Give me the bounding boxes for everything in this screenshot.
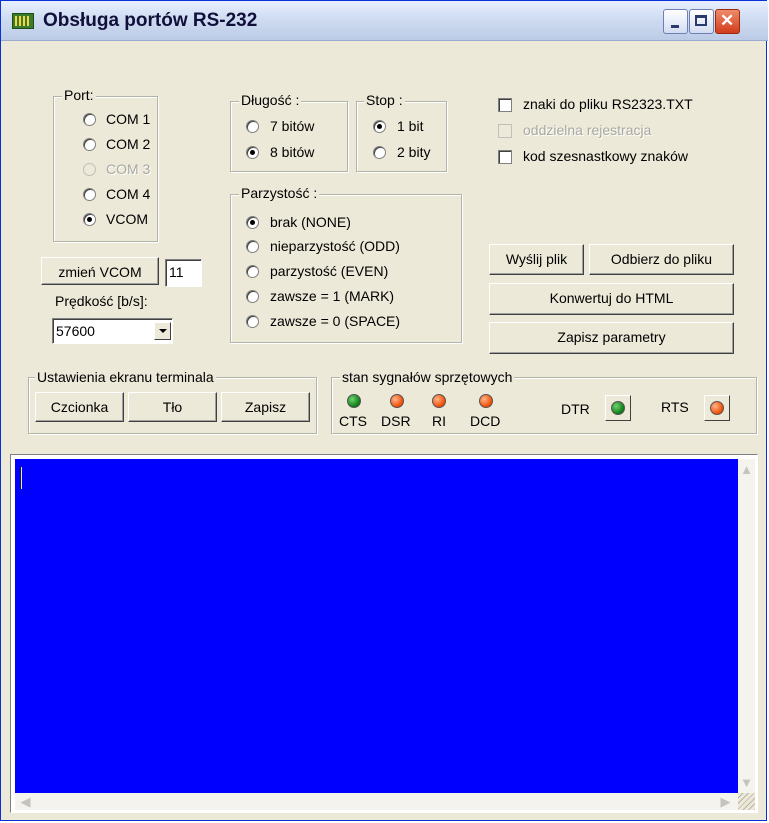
ri-label: RI [432, 413, 446, 429]
radio-2-bits[interactable] [373, 146, 386, 159]
scroll-right-icon[interactable]: ▶ [717, 793, 734, 810]
length-legend: Długość : [239, 92, 302, 108]
radio-com3 [83, 163, 96, 176]
close-button[interactable] [715, 9, 740, 34]
speed-value: 57600 [56, 323, 95, 339]
rts-led-icon [710, 401, 724, 415]
font-button[interactable]: Czcionka [35, 392, 124, 422]
minimize-button[interactable] [663, 9, 688, 34]
ri-led-icon [432, 394, 446, 408]
label-parity-odd[interactable]: nieparzystość (ODD) [270, 238, 400, 254]
dsr-label: DSR [381, 413, 411, 429]
resize-grip-icon[interactable] [738, 793, 755, 810]
horizontal-scrollbar[interactable]: ◀ ▶ [15, 793, 738, 810]
scroll-down-icon[interactable]: ▼ [738, 774, 755, 791]
label-8-bits[interactable]: 8 bitów [270, 144, 314, 160]
label-parity-mark[interactable]: zawsze = 1 (MARK) [270, 288, 394, 304]
label-parity-none[interactable]: brak (NONE) [270, 214, 351, 230]
vcom-number-input[interactable]: 11 [165, 259, 202, 287]
label-com1[interactable]: COM 1 [106, 111, 150, 127]
checkbox-save-to-file[interactable] [498, 98, 512, 112]
label-7-bits[interactable]: 7 bitów [270, 118, 314, 134]
stop-legend: Stop : [364, 92, 405, 108]
stop-group [356, 101, 447, 172]
convert-html-button[interactable]: Konwertuj do HTML [489, 283, 734, 315]
save-params-button[interactable]: Zapisz parametry [489, 322, 734, 354]
scroll-up-icon[interactable]: ▲ [738, 461, 755, 478]
length-group [230, 101, 348, 172]
label-parity-space[interactable]: zawsze = 0 (SPACE) [270, 313, 400, 329]
checkbox-separate-logging [498, 124, 512, 138]
label-vcom[interactable]: VCOM [106, 211, 148, 227]
radio-parity-odd[interactable] [246, 240, 259, 253]
rts-label: RTS [661, 399, 689, 415]
terminal-settings-legend: Ustawienia ekranu terminala [35, 369, 216, 385]
radio-parity-space[interactable] [246, 315, 259, 328]
radio-parity-mark[interactable] [246, 290, 259, 303]
scroll-left-icon[interactable]: ◀ [17, 793, 34, 810]
main-window: Obsługa portów RS-232 Port: COM 1 COM 2 … [0, 0, 768, 821]
dtr-toggle-button[interactable] [605, 395, 631, 421]
terminal-panel: ▲ ▼ ◀ ▶ [10, 454, 758, 813]
radio-com2[interactable] [83, 138, 96, 151]
signals-legend: stan sygnałów sprzętowych [340, 369, 515, 385]
background-button[interactable]: Tło [128, 392, 217, 422]
label-hex-code[interactable]: kod szesnastkowy znaków [523, 148, 688, 164]
save-terminal-button[interactable]: Zapisz [221, 392, 310, 422]
radio-vcom[interactable] [83, 213, 96, 226]
radio-parity-even[interactable] [246, 265, 259, 278]
cts-led-icon [347, 394, 361, 408]
rts-toggle-button[interactable] [704, 395, 730, 421]
label-com2[interactable]: COM 2 [106, 136, 150, 152]
dtr-label: DTR [561, 401, 590, 417]
text-cursor [21, 467, 22, 489]
dsr-led-icon [390, 394, 404, 408]
receive-file-button[interactable]: Odbierz do pliku [589, 244, 734, 275]
label-separate-logging: oddzielna rejestracja [523, 122, 652, 138]
parity-legend: Parzystość : [239, 185, 320, 201]
cts-label: CTS [339, 413, 367, 429]
chevron-down-icon[interactable] [154, 322, 171, 340]
radio-8-bits[interactable] [246, 146, 259, 159]
label-com3: COM 3 [106, 161, 151, 177]
label-parity-even[interactable]: parzystość (EVEN) [270, 263, 388, 279]
change-vcom-button[interactable]: zmień VCOM [41, 257, 159, 285]
label-2-bits[interactable]: 2 bity [397, 144, 430, 160]
label-save-to-file[interactable]: znaki do pliku RS2323.TXT [523, 96, 693, 112]
radio-1-bit[interactable] [373, 120, 386, 133]
title-bar[interactable]: Obsługa portów RS-232 [1, 1, 768, 41]
radio-7-bits[interactable] [246, 120, 259, 133]
radio-parity-none[interactable] [246, 216, 259, 229]
label-1-bit[interactable]: 1 bit [397, 118, 423, 134]
radio-com1[interactable] [83, 113, 96, 126]
window-title: Obsługa portów RS-232 [43, 10, 258, 31]
maximize-button[interactable] [689, 9, 714, 34]
port-legend: Port: [62, 87, 96, 103]
send-file-button[interactable]: Wyślij plik [489, 244, 584, 275]
terminal-text-area[interactable] [15, 459, 738, 793]
label-com4[interactable]: COM 4 [106, 186, 150, 202]
speed-label: Prędkość [b/s]: [55, 293, 148, 309]
checkbox-hex-code[interactable] [498, 150, 512, 164]
app-icon[interactable] [12, 13, 34, 29]
dcd-led-icon [479, 394, 493, 408]
radio-com4[interactable] [83, 188, 96, 201]
vertical-scrollbar[interactable]: ▲ ▼ [738, 459, 755, 793]
dcd-label: DCD [470, 413, 501, 429]
dtr-led-icon [611, 401, 625, 415]
